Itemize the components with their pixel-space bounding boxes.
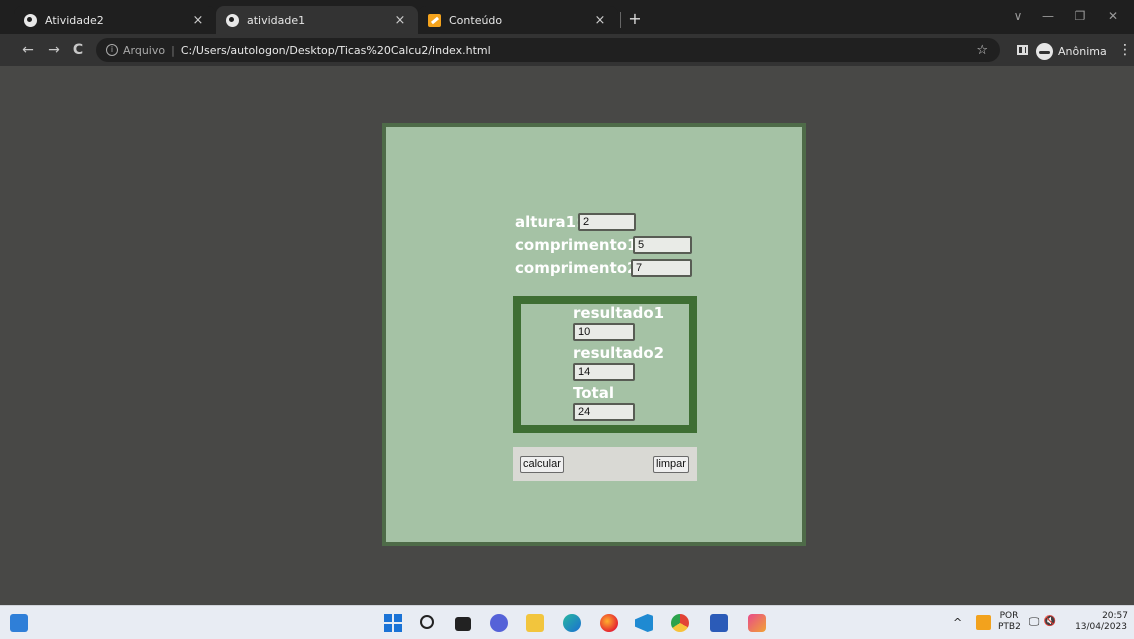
widgets-icon[interactable] [10, 614, 28, 632]
forward-button[interactable]: → [44, 40, 64, 60]
snipping-tool-icon[interactable] [748, 614, 766, 632]
page-viewport: altura1: 2 comprimento1: 5 comprimento2:… [0, 66, 1134, 605]
profile-button[interactable]: Anônima [1036, 41, 1107, 61]
tab-title: atividade1 [247, 13, 306, 27]
new-tab-button[interactable]: + [624, 8, 646, 30]
close-icon[interactable]: × [592, 13, 608, 28]
resultado2-label: resultado2 [573, 344, 665, 362]
bookmark-star-icon[interactable]: ☆ [976, 43, 988, 58]
keyboard-label: PTB2 [998, 622, 1021, 632]
comprimento1-input[interactable]: 5 [633, 236, 692, 254]
resultado1-output[interactable]: 10 [573, 323, 635, 341]
close-window-button[interactable]: ✕ [1098, 6, 1128, 26]
security-label: Arquivo [123, 43, 166, 57]
globe-icon [24, 13, 37, 27]
resultado2-output[interactable]: 14 [573, 363, 635, 381]
back-button[interactable]: ← [18, 40, 38, 60]
incognito-icon [1036, 42, 1053, 60]
clock-time: 20:57 [1102, 611, 1128, 621]
taskbar: ^ POR PTB2 🖵 🔇 20:57 13/04/2023 [0, 605, 1134, 639]
pencil-icon [428, 13, 441, 27]
calculator-card: altura1: 2 comprimento1: 5 comprimento2:… [382, 123, 806, 546]
reload-button[interactable]: C [68, 40, 88, 60]
button-bar: calcular limpar [513, 447, 697, 481]
tab-atividade1[interactable]: atividade1 × [216, 6, 418, 34]
total-label: Total [573, 384, 614, 402]
firefox-icon[interactable] [600, 614, 618, 632]
comprimento2-input[interactable]: 7 [631, 259, 692, 277]
globe-icon [226, 13, 239, 27]
browser-toolbar: ← → C i Arquivo | C:/Users/autologon/Des… [0, 34, 1134, 66]
word-icon[interactable] [710, 614, 728, 632]
tray-app-icon[interactable] [976, 615, 991, 630]
search-icon[interactable] [420, 615, 434, 629]
side-panel-icon[interactable] [1017, 45, 1028, 55]
calcular-button[interactable]: calcular [520, 456, 564, 473]
tab-title: Conteúdo [449, 13, 503, 27]
tab-strip: Atividade2 × atividade1 × Conteúdo × + ∨… [0, 0, 1134, 34]
profile-label: Anônima [1058, 44, 1107, 58]
clock-date: 13/04/2023 [1075, 622, 1127, 632]
comprimento2-label: comprimento2: [515, 259, 644, 277]
tab-search-icon[interactable]: ∨ [1003, 6, 1033, 26]
menu-icon[interactable]: ⋮ [1118, 40, 1132, 60]
minimize-button[interactable]: — [1033, 6, 1063, 26]
edge-icon[interactable] [563, 614, 581, 632]
windows-start-icon[interactable] [384, 614, 402, 632]
language-label: POR [999, 611, 1019, 621]
total-output[interactable]: 24 [573, 403, 635, 421]
address-bar[interactable]: i Arquivo | C:/Users/autologon/Desktop/T… [96, 38, 1000, 62]
restore-button[interactable]: ❐ [1065, 6, 1095, 26]
chrome-icon[interactable] [671, 614, 689, 632]
tab-separator [620, 12, 621, 28]
task-view-icon[interactable] [455, 617, 471, 631]
clock[interactable]: 20:57 13/04/2023 [1072, 611, 1130, 633]
close-icon[interactable]: × [190, 13, 206, 28]
results-panel: resultado1 10 resultado2 14 Total 24 [513, 296, 697, 433]
language-indicator[interactable]: POR PTB2 [998, 611, 1021, 633]
url-text[interactable]: C:/Users/autologon/Desktop/Ticas%20Calcu… [181, 44, 491, 57]
limpar-button[interactable]: limpar [653, 456, 689, 473]
tab-conteudo[interactable]: Conteúdo × [418, 6, 618, 34]
chat-icon[interactable] [490, 614, 508, 632]
comprimento1-label: comprimento1: [515, 236, 644, 254]
altura1-input[interactable]: 2 [578, 213, 636, 231]
info-icon[interactable]: i [106, 44, 118, 56]
network-icon[interactable]: 🖵 [1027, 616, 1041, 627]
close-icon[interactable]: × [392, 13, 408, 28]
vscode-icon[interactable] [635, 614, 653, 632]
address-separator: | [171, 43, 175, 57]
altura1-label: altura1: [515, 213, 583, 231]
tab-title: Atividade2 [45, 13, 104, 27]
file-explorer-icon[interactable] [526, 614, 544, 632]
resultado1-label: resultado1 [573, 304, 665, 322]
volume-muted-icon[interactable]: 🔇 [1043, 616, 1057, 627]
tab-atividade2[interactable]: Atividade2 × [14, 6, 216, 34]
show-hidden-icons-icon[interactable]: ^ [953, 617, 962, 628]
